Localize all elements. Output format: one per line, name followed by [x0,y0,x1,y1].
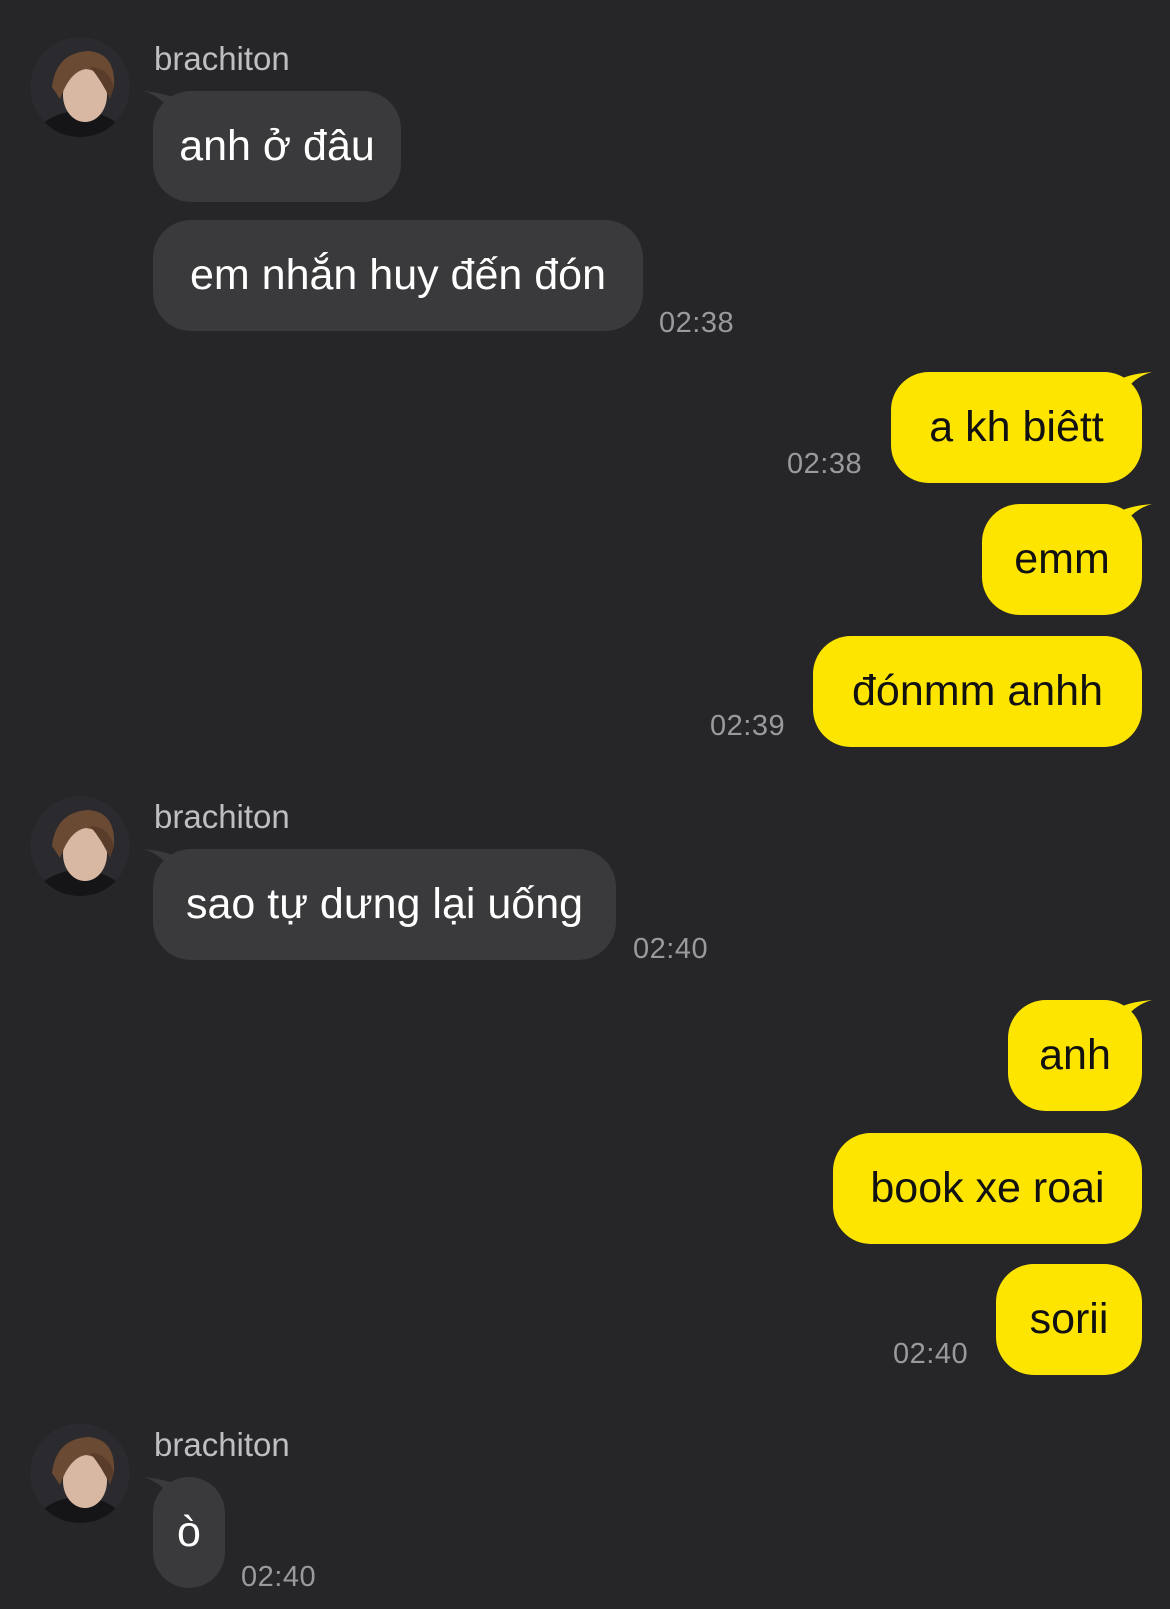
avatar[interactable] [30,1423,130,1523]
bubble-tail [1118,372,1152,402]
message-bubble-outgoing[interactable]: đónmm anhh [813,636,1142,747]
avatar-photo-icon [30,796,130,896]
message-bubble-incoming[interactable]: anh ở đâu [153,91,401,202]
sender-name: brachiton [154,1426,290,1463]
avatar-photo-icon [30,37,130,137]
message-bubble-outgoing[interactable]: a kh biêtt [891,372,1142,483]
message-bubble-outgoing[interactable]: book xe roai [833,1133,1142,1244]
sender-name: brachiton [154,40,290,77]
message-bubble-incoming[interactable]: em nhắn huy đến đón [153,220,643,331]
bubble-tail [1118,1000,1152,1030]
message-timestamp: 02:40 [241,1561,317,1593]
avatar[interactable] [30,37,130,137]
message-bubble-incoming[interactable]: ò [153,1477,225,1588]
message-timestamp: 02:40 [893,1338,969,1370]
message-bubble-outgoing[interactable]: sorii [996,1264,1142,1375]
message-timestamp: 02:39 [710,710,786,742]
chat-thread[interactable]: brachiton anh ở đâu em nhắn huy đến đón … [0,0,1170,1609]
message-bubble-incoming[interactable]: sao tự dưng lại uống [153,849,616,960]
bubble-tail [1118,504,1152,534]
avatar[interactable] [30,796,130,896]
message-timestamp: 02:40 [633,933,709,965]
sender-name: brachiton [154,798,290,835]
message-timestamp: 02:38 [787,448,863,480]
avatar-photo-icon [30,1423,130,1523]
message-timestamp: 02:38 [659,307,735,339]
